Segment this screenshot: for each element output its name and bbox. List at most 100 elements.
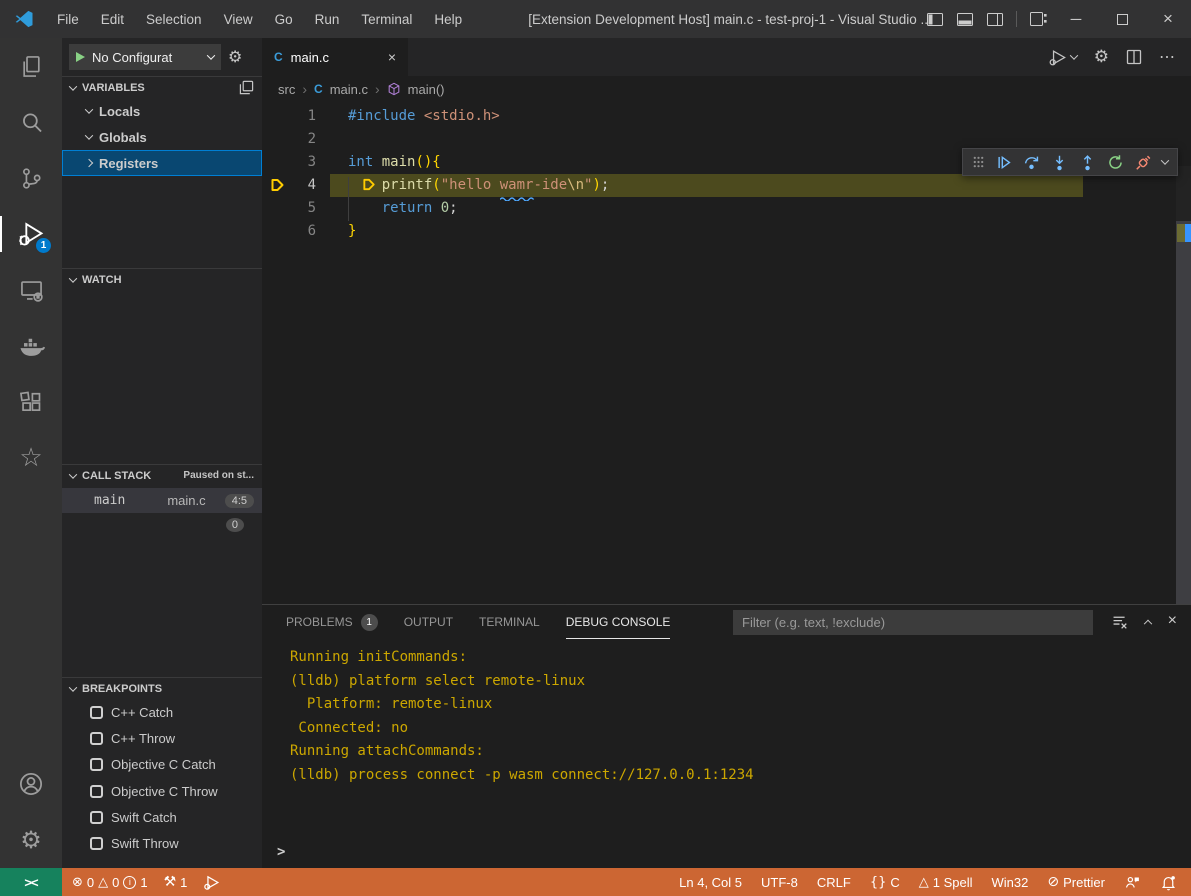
maximize-button[interactable] xyxy=(1099,0,1145,38)
breakpoint-swift-throw[interactable]: Swift Throw xyxy=(62,830,262,856)
overview-ruler[interactable] xyxy=(1176,166,1191,604)
toggle-secondary-sidebar-icon[interactable] xyxy=(980,0,1010,38)
close-panel-icon[interactable]: × xyxy=(1168,612,1177,630)
breadcrumb-file[interactable]: main.c xyxy=(330,82,368,97)
menu-run[interactable]: Run xyxy=(304,6,351,32)
debug-disconnect-icon[interactable] xyxy=(1134,153,1153,172)
toolbar-drag-grip[interactable] xyxy=(972,155,985,169)
minimize-button[interactable]: ─ xyxy=(1053,0,1099,38)
activity-run-debug-icon[interactable]: 1 xyxy=(0,206,62,262)
run-or-debug-button[interactable] xyxy=(1048,48,1077,67)
checkbox[interactable] xyxy=(90,811,103,824)
debug-status-icon[interactable] xyxy=(203,874,220,891)
debug-step-out-icon[interactable] xyxy=(1078,153,1097,172)
debug-step-over-icon[interactable] xyxy=(1022,153,1041,172)
debug-config-dropdown[interactable]: No Configurat xyxy=(69,44,221,70)
toggle-sidebar-icon[interactable] xyxy=(920,0,950,38)
toggle-panel-icon[interactable] xyxy=(950,0,980,38)
code-editor[interactable]: 1#include <stdio.h> 2 3int main(){ 4 pri… xyxy=(262,102,1191,604)
close-tab-icon[interactable]: × xyxy=(388,49,396,65)
call-stack-frame[interactable]: main main.c 4:5 xyxy=(62,488,262,513)
debug-restart-icon[interactable] xyxy=(1106,153,1125,172)
tab-debug-console[interactable]: DEBUG CONSOLE xyxy=(566,605,671,639)
formatter-status[interactable]: ⊘ Prettier xyxy=(1047,874,1105,890)
breakpoints-section-header[interactable]: BREAKPOINTS xyxy=(62,677,262,699)
tab-problems[interactable]: PROBLEMS 1 xyxy=(286,605,378,639)
menu-file[interactable]: File xyxy=(46,6,90,32)
breadcrumb-symbol[interactable]: main() xyxy=(408,82,445,97)
breakpoint-cpp-throw[interactable]: C++ Throw xyxy=(62,725,262,751)
debug-settings-gear-icon[interactable]: ⚙ xyxy=(228,49,242,65)
watch-section-header[interactable]: WATCH xyxy=(62,268,262,290)
close-window-button[interactable]: × xyxy=(1145,0,1191,38)
activity-remote-explorer-icon[interactable] xyxy=(0,262,62,318)
variables-scope-globals[interactable]: Globals xyxy=(62,124,262,150)
collapse-all-icon[interactable] xyxy=(239,80,254,95)
menu-selection[interactable]: Selection xyxy=(135,6,213,32)
menu-view[interactable]: View xyxy=(213,6,264,32)
debug-current-frame-arrow-icon[interactable] xyxy=(270,177,286,193)
checkbox[interactable] xyxy=(90,732,103,745)
menu-terminal[interactable]: Terminal xyxy=(350,6,423,32)
feedback-icon[interactable] xyxy=(1124,874,1141,891)
encoding[interactable]: UTF-8 xyxy=(761,875,798,890)
account-icon[interactable] xyxy=(0,756,62,812)
chevron-down-icon[interactable] xyxy=(1161,156,1169,164)
c-file-icon: C xyxy=(314,82,323,96)
debug-continue-icon[interactable] xyxy=(994,153,1013,172)
checkbox[interactable] xyxy=(90,785,103,798)
activity-source-control-icon[interactable] xyxy=(0,150,62,206)
editor-settings-gear-icon[interactable]: ⚙ xyxy=(1094,49,1109,66)
breakpoint-objc-catch[interactable]: Objective C Catch xyxy=(62,752,262,778)
problems-status[interactable]: ⊗ 0 △ 0 i 1 xyxy=(72,875,148,890)
breadcrumb: src › C main.c › main() xyxy=(262,76,1191,102)
settings-gear-icon[interactable]: ⚙ xyxy=(0,812,62,868)
maximize-panel-icon[interactable] xyxy=(1143,620,1151,628)
toolchain-status[interactable]: ⚒ 1 xyxy=(164,874,188,890)
call-stack-section-header[interactable]: CALL STACK Paused on st... xyxy=(62,464,262,486)
tab-output[interactable]: OUTPUT xyxy=(404,605,453,639)
start-debug-icon[interactable] xyxy=(76,52,85,62)
checkbox[interactable] xyxy=(90,758,103,771)
breakpoint-swift-catch[interactable]: Swift Catch xyxy=(62,804,262,830)
tab-main-c[interactable]: C main.c × xyxy=(262,38,408,76)
breadcrumb-folder[interactable]: src xyxy=(278,82,295,97)
activity-extensions-icon[interactable] xyxy=(0,374,62,430)
clear-console-icon[interactable] xyxy=(1111,613,1128,630)
debug-step-into-icon[interactable] xyxy=(1050,153,1069,172)
scrollbar-slider[interactable] xyxy=(1176,221,1191,604)
breakpoint-objc-throw[interactable]: Objective C Throw xyxy=(62,778,262,804)
activity-search-icon[interactable] xyxy=(0,94,62,150)
checkbox[interactable] xyxy=(90,706,103,719)
cursor-position[interactable]: Ln 4, Col 5 xyxy=(679,875,742,890)
menu-go[interactable]: Go xyxy=(264,6,304,32)
debug-console-output[interactable]: Running initCommands: (lldb) platform se… xyxy=(262,646,1171,838)
eol-sequence[interactable]: CRLF xyxy=(817,875,851,890)
menu-help[interactable]: Help xyxy=(423,6,473,32)
menu-edit[interactable]: Edit xyxy=(90,6,135,32)
split-editor-icon[interactable] xyxy=(1126,49,1142,65)
variables-scope-registers[interactable]: Registers xyxy=(62,150,262,176)
inline-breakpoint-arrow-icon[interactable] xyxy=(362,177,377,192)
breakpoint-cpp-catch[interactable]: C++ Catch xyxy=(62,699,262,725)
variables-scope-locals[interactable]: Locals xyxy=(62,98,262,124)
console-filter-input[interactable] xyxy=(733,610,1093,635)
spell-checker-status[interactable]: △ 1 Spell xyxy=(919,875,973,890)
debug-console-input[interactable]: > xyxy=(262,841,1191,863)
more-actions-icon[interactable]: ⋯ xyxy=(1159,47,1175,67)
activity-explorer-icon[interactable] xyxy=(0,38,62,94)
activity-favorites-icon[interactable]: ☆ xyxy=(0,430,62,486)
activity-docker-icon[interactable] xyxy=(0,318,62,374)
language-mode[interactable]: {} C xyxy=(870,875,900,890)
debug-toolbar xyxy=(962,148,1178,176)
braces-icon: {} xyxy=(870,875,887,890)
customize-layout-icon[interactable] xyxy=(1023,0,1053,38)
console-line: Running attachCommands: xyxy=(290,740,1171,764)
remote-indicator[interactable]: >< xyxy=(0,868,62,896)
vscode-window: File Edit Selection View Go Run Terminal… xyxy=(0,0,1191,896)
platform-target[interactable]: Win32 xyxy=(992,875,1029,890)
checkbox[interactable] xyxy=(90,837,103,850)
tab-terminal[interactable]: TERMINAL xyxy=(479,605,540,639)
variables-section-header[interactable]: VARIABLES xyxy=(62,76,262,98)
notifications-bell-icon[interactable] xyxy=(1160,874,1177,891)
